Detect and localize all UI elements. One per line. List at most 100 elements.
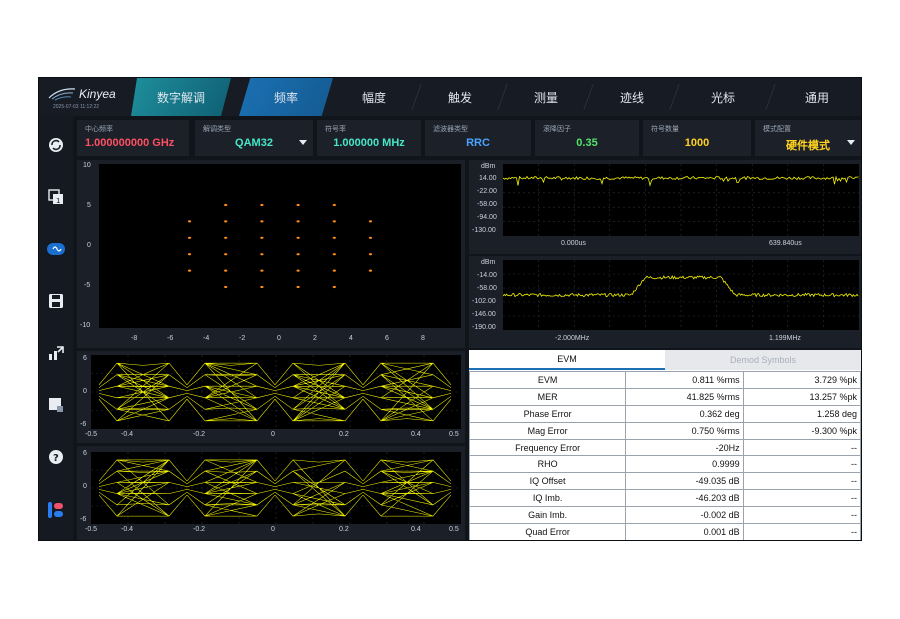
x-tick: 0 [271,431,275,438]
y-unit: dBm [481,163,496,170]
table-row: Gain Imb. -0.002 dB -- [468,506,861,525]
window-1-icon[interactable]: 1 [47,188,65,206]
spectrum-panel: dBm -14.00 -58.00 -102.00 -146.00 -190.0… [469,256,861,348]
constellation-point [368,269,373,272]
param-value: 硬件模式 [786,140,830,152]
tab-amplitude[interactable]: 幅度 [331,78,422,116]
table-row: Frequency Error -20Hz -- [468,438,861,457]
y-tick: -14.00 [477,272,497,279]
chevron-down-icon [847,140,855,145]
tab-trigger[interactable]: 触发 [417,78,508,116]
constellation-point [296,285,300,289]
eye-diagram-i-panel: 6 0 -6 -0.5 -0.4 -0.2 0 0.2 0.4 0.5 [77,351,465,443]
metric-value: -0.002 dB [625,506,744,525]
top-navigation: Kinyea 2025-07-03 11:12:22 数字解调 频率 幅度 触发… [39,78,861,116]
tab-trace[interactable]: 迹线 [589,78,680,116]
table-row: IQ Imb. -46.203 dB -- [468,489,861,508]
x-stop: 1.199MHz [769,335,801,342]
svg-text:?: ? [53,453,59,464]
time-trace-plot[interactable] [502,164,859,236]
metric-name: Gain Imb. [468,506,627,525]
constellation-point [224,220,228,223]
tab-marker[interactable]: 光标 [675,78,776,116]
constellation-point [296,269,300,272]
param-demod-type[interactable]: 解调类型 QAM32 [195,120,313,156]
metric-peak: 1.258 deg [742,404,861,423]
brand-logo-icon[interactable] [47,501,65,519]
constellation-point [332,269,336,272]
param-value: QAM32 [235,137,273,149]
tab-label: 频率 [273,90,298,105]
constellation-point [187,220,192,223]
eye-q-plot[interactable] [91,452,461,524]
help-icon[interactable]: ? [47,448,65,466]
spectrum-plot[interactable] [502,260,859,330]
metric-peak: -- [742,438,861,457]
x-tick: -8 [131,335,138,342]
constellation-point [368,253,373,256]
x-tick: -4 [203,335,210,342]
brand-wing-icon [48,88,76,101]
y-tick: -6 [80,516,87,523]
constellation-point [332,285,336,289]
eye-i-plot[interactable] [91,355,461,429]
save-icon[interactable] [47,292,65,310]
export-icon[interactable] [47,344,65,362]
x-tick: -2 [239,335,246,342]
sidebar: 1 ? [39,116,73,540]
param-rolloff[interactable]: 滚降因子 0.35 [535,120,639,156]
tab-frequency[interactable]: 频率 [239,78,333,116]
tab-label: 光标 [710,90,735,105]
x-tick: 0.2 [339,431,349,438]
x-tick: 6 [385,335,389,342]
analyzer-window: Kinyea 2025-07-03 11:12:22 数字解调 频率 幅度 触发… [38,77,862,541]
metric-peak: 3.729 %pk [742,371,861,389]
evm-results-table: EVM 0.811 %rms 3.729 %pk MER 41.825 %rms 13.… [468,371,861,540]
tab-label: 测量 [533,90,558,105]
param-mode-config[interactable]: 模式配置 硬件模式 [755,120,861,156]
spectrum-trace-line [502,275,859,298]
param-symbol-count[interactable]: 符号数量 1000 [643,120,751,156]
metric-name: MER [468,387,627,406]
x-tick: 0.4 [411,526,421,533]
tab-demod-symbols[interactable]: Demod Symbols [665,350,861,370]
param-symbol-rate[interactable]: 符号率 1.000000 MHz [317,120,421,156]
metric-peak: -- [742,506,861,525]
brand-area: Kinyea 2025-07-03 11:12:22 [39,78,129,116]
param-label: 滤波器类型 [433,126,468,133]
x-tick: 0 [271,526,275,533]
constellation-point [332,253,336,256]
table-row: Quad Error 0.001 dB -- [468,523,861,540]
param-value: 0.35 [576,137,598,149]
constellation-plot[interactable] [99,164,461,328]
tab-label: 幅度 [361,90,386,105]
param-value: 1000 [684,137,710,149]
y-tick: -130.00 [472,227,496,234]
metric-name: IQ Offset [468,472,627,491]
y-tick: 0 [83,483,87,490]
y-tick: -5 [84,282,91,289]
tab-evm[interactable]: EVM [469,350,665,370]
refresh-icon[interactable] [47,136,65,154]
x-tick: -0.5 [85,526,98,533]
x-tick: -0.2 [193,431,206,438]
tab-measure[interactable]: 测量 [503,78,594,116]
constellation-chart [187,203,373,289]
param-label: 模式配置 [763,126,791,133]
tab-digital-demod[interactable]: 数字解调 [131,78,231,116]
tab-general[interactable]: 通用 [771,78,861,116]
metric-value: -46.203 dB [625,489,744,508]
datetime-stamp: 2025-07-03 11:12:22 [53,104,100,110]
param-center-freq[interactable]: 中心频率 1.000000000 GHz [77,120,189,156]
param-filter-type[interactable]: 滤波器类型 RRC [425,120,531,156]
metric-peak: -- [742,523,861,540]
eye-diagram-q-panel: 6 0 -6 -0.5 -0.4 -0.2 0 0.2 0.4 0.5 [77,446,465,540]
constellation-point [224,269,228,272]
signal-icon[interactable] [47,240,65,258]
y-tick: -58.00 [477,285,497,292]
metric-name: EVM [468,371,627,389]
constellation-point [260,285,264,289]
screenshot-icon[interactable] [47,396,65,414]
constellation-point [187,253,192,256]
x-tick: 4 [349,335,353,342]
